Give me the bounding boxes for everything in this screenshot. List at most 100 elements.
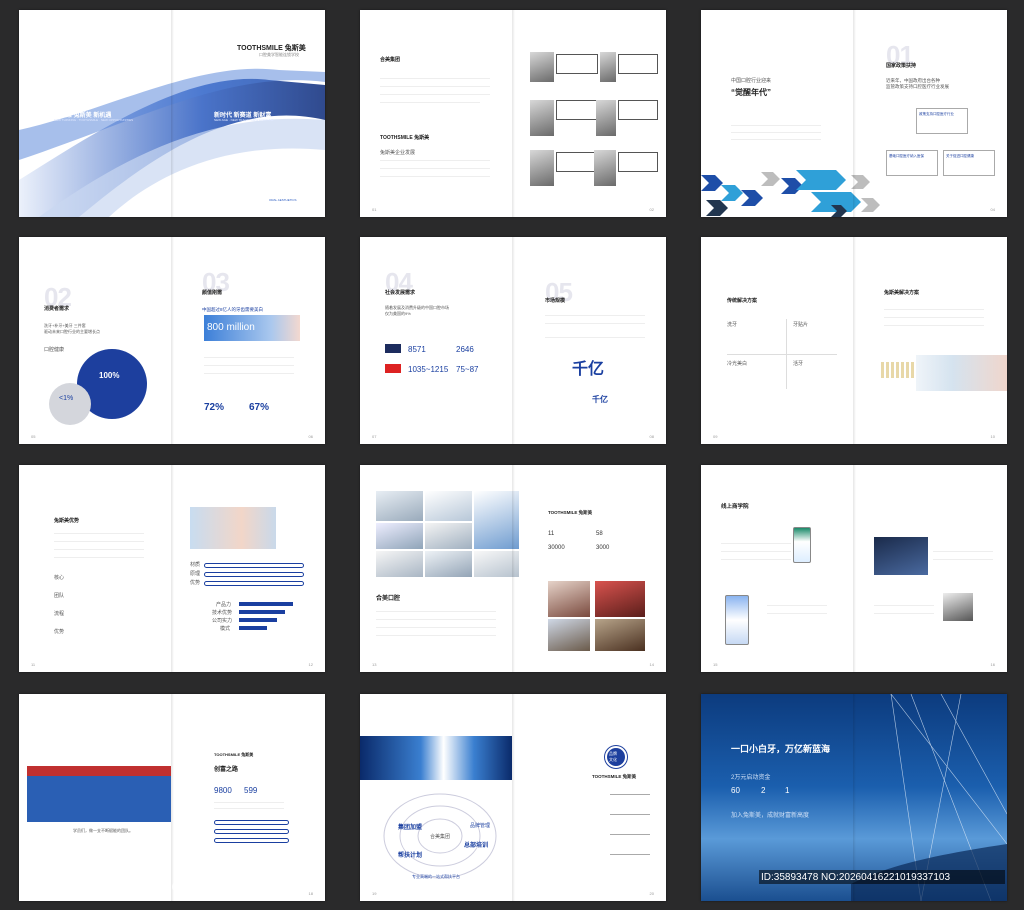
advantages-title: 兔斯美优势 [54,518,80,524]
policy-note: 关于促进口腔健康 [943,150,995,176]
policy-note: 政策支持口腔医疗行业 [916,108,968,134]
page-number: 06 [308,434,313,439]
page-number: 02 [649,207,654,212]
bar-model [239,626,267,630]
solution-c: 冷光美白 [727,361,748,367]
page-number: 15 [713,662,718,667]
team-photo [548,581,590,617]
value-8571: 8571 [408,345,426,354]
academy-title: 线上商学院 [721,504,749,510]
join-line: 加入兔斯美，成就财富新高度 [731,813,810,819]
bar-label: 技术优势 [212,610,233,616]
stat-30000: 30000 [548,545,565,551]
awakening-title: “觉醒年代” [731,88,771,97]
toothsmile-solution-title: 兔斯美解决方案 [884,290,920,296]
page-number: 11 [31,662,36,667]
page-number: 09 [713,434,718,439]
policy-title: 国家政策扶持 [886,63,917,69]
orbit-center: 合美集团 [430,834,451,840]
clinic-photo [425,523,472,549]
value-599: 599 [244,786,258,795]
expert-card [556,152,598,172]
banner-number: 800 million [207,322,255,333]
social-desc: 随着发展及消费升级的中国口腔市场 仅为美国的9% [385,305,449,316]
path-pill [214,838,289,843]
flag-cn [385,364,401,373]
page-number: 05 [31,434,36,439]
spread-cover: TOOTHSMILE 兔斯美 口腔美学智能连锁学校 新思维 兔斯美 新机遇 NE… [19,10,325,217]
stat-3000: 3000 [596,545,610,551]
demand-desc: 洗牙+补牙+美牙 三件套 驱动未来口腔行业的主要增长点 [44,323,100,334]
policy-note: 基础口腔医疗纳入医保 [886,150,938,176]
adv-row-label: 核心 [54,575,65,581]
demand-title: 消费者需求 [44,306,70,312]
adv-row-label: 优势 [54,629,65,635]
expert-photo [600,52,616,82]
page-number: 08 [649,434,654,439]
expert-card [618,100,658,120]
smile-photo [916,355,1007,391]
bar-label: 产品力 [216,602,232,608]
advantage-pill [204,581,304,586]
adv-row-label: 团队 [54,593,65,599]
page-number: 04 [990,207,995,212]
bar-label: 模式 [220,626,231,632]
expert-photo [596,100,616,136]
principle-pill [204,572,304,577]
back-stat: 1 [785,786,790,795]
circle-100-label: 100% [99,371,120,380]
team-photo [595,581,645,617]
page-number: 20 [649,891,654,896]
expert-photo [530,100,554,136]
expert-photo [530,52,554,82]
expert-card [556,54,598,74]
bar-company [239,618,277,622]
team-photo [595,619,645,651]
orbit-label: 品牌管理 [470,823,491,829]
clinic-title: 合美口腔 [376,596,401,602]
left-slogan-en: NEW THINKING · TOOTHSMILE · NEW OPPORTUN… [54,118,134,122]
shade-guide [881,362,915,378]
stat-72: 72% [204,402,225,413]
oral-health-label: 口腔健康 [44,347,65,353]
page-number: 10 [990,434,995,439]
page-number: 01 [372,207,377,212]
smile-photo [190,507,276,549]
back-headline: 一口小白牙，万亿新蓝海 [731,744,831,754]
material-label: 材质 [190,562,201,568]
tooth-dna-banner [360,736,512,780]
market-title: 市场规模 [545,298,566,304]
market-size-small: 千亿 [592,395,608,404]
team-caption: 学员们，做一支不断赋能的团队。 [73,828,133,833]
page-number: 13 [372,662,377,667]
page-number: 18 [308,891,313,896]
stat-58: 58 [596,531,603,537]
team-photo [548,619,590,651]
page-number: 16 [990,662,995,667]
spread-group-intro: 合美集团 TOOTHSMILE 兔斯美 兔斯美企业发展 01 02 [360,10,666,217]
page-number: 12 [308,662,313,667]
page-number: 19 [372,891,377,896]
expert-card [556,100,598,120]
social-title: 社会发展需求 [385,290,416,296]
wealth-brand: TOOTHSMILE 兔斯美 [214,752,254,757]
brand-dev-title: 兔斯美企业发展 [380,150,416,156]
value-9800: 9800 [214,786,232,795]
expert-photo [594,150,616,186]
flag-us [385,344,401,353]
cover-subtitle: 口腔美学智能连锁学校 [259,52,299,57]
adv-row-label: 流程 [54,611,65,617]
expert-card [618,54,658,74]
brand-heading: TOOTHSMILE 兔斯美 [380,135,430,141]
principle-label: 原理 [190,571,201,577]
back-subtitle: 2万元启动资金 [731,775,771,781]
platform-footer: 专业高端的一站式帮扶平台 [412,874,460,879]
circle-1-label: <1% [59,395,74,402]
spread-demand: 02 消费者需求 洗牙+补牙+美牙 三件套 驱动未来口腔行业的主要增长点 口腔健… [19,237,325,444]
spread-policy: 中国口腔行业迎来 “觉醒年代” 01 国家政策扶持 近来年，中国政府出台各种 监… [701,10,1007,217]
page-number: 07 [372,434,377,439]
clinic-photo [474,551,519,577]
clinic-photo [425,551,472,577]
arrows-graphic [701,170,880,217]
beauty-title: 颜值刚需 [202,290,223,296]
